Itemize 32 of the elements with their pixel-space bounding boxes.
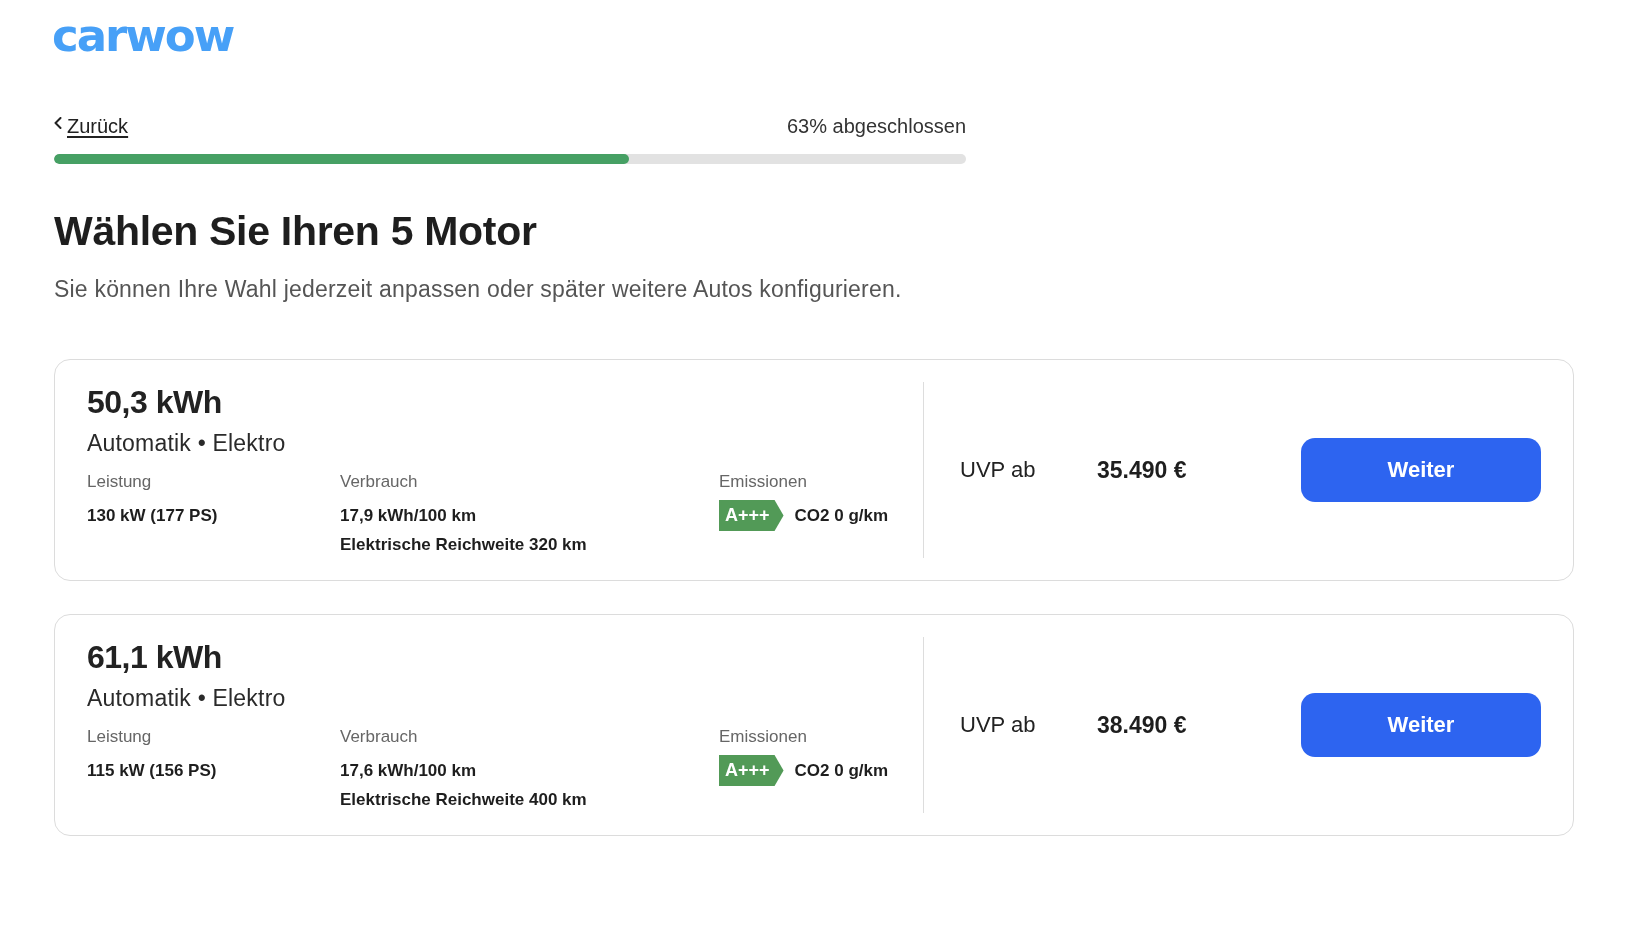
spec-value: 130 kW (177 PS): [87, 505, 218, 527]
progress-label: 63% abgeschlossen: [787, 114, 966, 138]
price-label: UVP ab: [960, 457, 1037, 483]
energy-rating-badge: A+++: [719, 755, 784, 786]
energy-rating-badge: A+++: [719, 500, 784, 531]
page-title: Wählen Sie Ihren 5 Motor: [54, 207, 537, 256]
spec-label: Leistung: [87, 471, 152, 493]
page-subtitle: Sie können Ihre Wahl jederzeit anpassen oder später weitere Autos konfigurieren.: [54, 275, 902, 304]
option-name: 61,1 kWh: [87, 639, 222, 675]
chevron-left-icon: [54, 117, 62, 129]
spec-label: Emissionen: [719, 726, 807, 748]
back-link[interactable]: Zurück: [54, 114, 129, 138]
spec-value: Elektrische Reichweite 320 km: [340, 534, 587, 556]
spec-label: Leistung: [87, 726, 152, 748]
option-details: Automatik • Elektro: [87, 684, 286, 713]
spec-label: Verbrauch: [340, 726, 418, 748]
price: 35.490 €: [1097, 456, 1187, 484]
spec-label: Emissionen: [719, 471, 807, 493]
spec-value: 115 kW (156 PS): [87, 760, 217, 782]
option-name: 50,3 kWh: [87, 384, 222, 420]
price: 38.490 €: [1097, 711, 1187, 739]
logo: carwow: [52, 14, 234, 58]
continue-button[interactable]: Weiter: [1301, 693, 1541, 757]
spec-value: Elektrische Reichweite 400 km: [340, 789, 587, 811]
spec-value: CO2 0 g/km: [794, 760, 889, 782]
option-details: Automatik • Elektro: [87, 429, 286, 458]
spec-label: Verbrauch: [340, 471, 418, 493]
spec-value: 17,6 kWh/100 km: [340, 760, 477, 782]
price-label: UVP ab: [960, 712, 1037, 738]
spec-value: 17,9 kWh/100 km: [340, 505, 477, 527]
continue-button[interactable]: Weiter: [1301, 438, 1541, 502]
spec-value: CO2 0 g/km: [794, 505, 889, 527]
